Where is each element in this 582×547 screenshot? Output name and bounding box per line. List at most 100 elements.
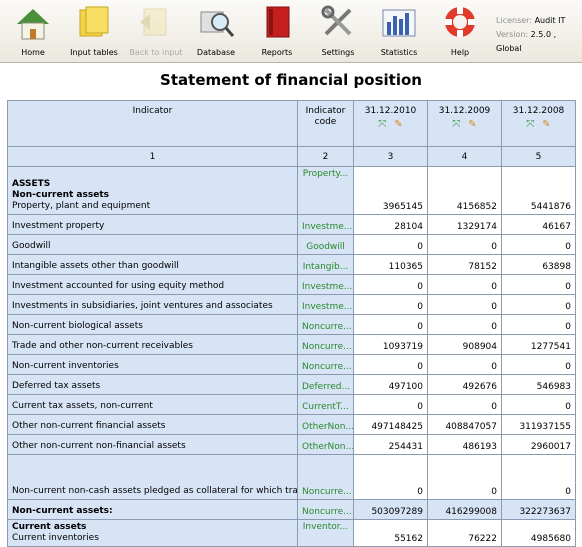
expand-icon[interactable]: ⤧ bbox=[452, 119, 460, 130]
indicator-code-link[interactable]: Intangib... bbox=[297, 254, 354, 275]
indicator-code-link[interactable]: Noncurre... bbox=[297, 334, 354, 355]
statistics-button[interactable]: Statistics bbox=[369, 4, 429, 60]
indicator-code-link[interactable]: Deferred... bbox=[297, 374, 354, 395]
value-cell[interactable]: 4156852 bbox=[427, 166, 502, 215]
value-cell[interactable]: 0 bbox=[501, 454, 576, 500]
value-cell[interactable]: 0 bbox=[353, 354, 428, 375]
indicator-code-link[interactable]: CurrentT... bbox=[297, 394, 354, 415]
section-heading: ASSETS bbox=[12, 179, 51, 189]
edit-icon[interactable]: ✎ bbox=[542, 119, 550, 130]
value-cell[interactable]: 254431 bbox=[353, 434, 428, 455]
value-cell[interactable]: 4985680 bbox=[501, 519, 576, 547]
value-cell[interactable]: 63898 bbox=[501, 254, 576, 275]
indicator-code-link[interactable]: Investme... bbox=[297, 214, 354, 235]
value-cell[interactable]: 55162 bbox=[353, 519, 428, 547]
value-cell[interactable]: 0 bbox=[427, 234, 502, 255]
value-cell[interactable]: 322273637 bbox=[501, 499, 576, 520]
indicator-cell: Other non-current non-financial assets bbox=[7, 434, 298, 455]
indicator-code-link[interactable]: Goodwill bbox=[297, 234, 354, 255]
value-cell[interactable]: 0 bbox=[501, 234, 576, 255]
indicator-code-link[interactable]: Investme... bbox=[297, 294, 354, 315]
value-cell[interactable]: 0 bbox=[353, 294, 428, 315]
database-button[interactable]: Database bbox=[186, 4, 246, 60]
value-cell[interactable]: 28104 bbox=[353, 214, 428, 235]
value-cell[interactable]: 0 bbox=[501, 354, 576, 375]
main-toolbar: Home Input tables Back to input Database… bbox=[0, 0, 582, 63]
indicator-cell: Investment property bbox=[7, 214, 298, 235]
value-cell[interactable]: 3965145 bbox=[353, 166, 428, 215]
indicator-code-link[interactable]: Investme... bbox=[297, 274, 354, 295]
table-row: Investments in subsidiaries, joint ventu… bbox=[7, 294, 576, 315]
value-cell[interactable]: 0 bbox=[427, 274, 502, 295]
indicator-code-link[interactable]: OtherNon... bbox=[297, 414, 354, 435]
indicator-label: Non-current inventories bbox=[12, 361, 119, 371]
value-cell[interactable]: 408847057 bbox=[427, 414, 502, 435]
value-cell[interactable]: 0 bbox=[427, 294, 502, 315]
indicator-label: Non-current assets: bbox=[12, 506, 113, 516]
value-cell[interactable]: 46167 bbox=[501, 214, 576, 235]
value-cell[interactable]: 416299008 bbox=[427, 499, 502, 520]
value-cell[interactable]: 76222 bbox=[427, 519, 502, 547]
value-cell[interactable]: 0 bbox=[353, 454, 428, 500]
value-cell[interactable]: 2960017 bbox=[501, 434, 576, 455]
indicator-cell: Non-current inventories bbox=[7, 354, 298, 375]
settings-button[interactable]: Settings bbox=[308, 4, 368, 60]
bar-chart-icon bbox=[382, 9, 416, 37]
indicator-code-link[interactable]: Noncurre... bbox=[297, 314, 354, 335]
value-cell[interactable]: 0 bbox=[501, 274, 576, 295]
value-cell[interactable]: 503097289 bbox=[353, 499, 428, 520]
reports-button[interactable]: Reports bbox=[247, 4, 307, 60]
value-cell[interactable]: 0 bbox=[353, 274, 428, 295]
table-row: Deferred tax assets Deferred... 497100 4926… bbox=[7, 374, 576, 395]
value-cell[interactable]: 0 bbox=[353, 314, 428, 335]
value-cell[interactable]: 1093719 bbox=[353, 334, 428, 355]
edit-icon[interactable]: ✎ bbox=[468, 119, 476, 130]
value-cell[interactable]: 0 bbox=[501, 394, 576, 415]
indicator-label: Investment property bbox=[12, 221, 105, 231]
col-header-indicator-code: Indicator code bbox=[297, 100, 354, 147]
edit-icon[interactable]: ✎ bbox=[394, 119, 402, 130]
help-button[interactable]: Help bbox=[430, 4, 490, 60]
value-cell[interactable]: 492676 bbox=[427, 374, 502, 395]
value-cell[interactable]: 497148425 bbox=[353, 414, 428, 435]
expand-icon[interactable]: ⤧ bbox=[378, 119, 386, 130]
value-cell[interactable]: 0 bbox=[501, 294, 576, 315]
col-header-date-3: 31.12.2008 ⤧ ✎ bbox=[501, 100, 576, 147]
indicator-code-link[interactable]: Noncurre... bbox=[297, 454, 354, 500]
value-cell[interactable]: 0 bbox=[353, 234, 428, 255]
report-title: Statement of financial position bbox=[160, 71, 422, 89]
value-cell[interactable]: 78152 bbox=[427, 254, 502, 275]
value-cell[interactable]: 0 bbox=[427, 314, 502, 335]
value-cell[interactable]: 0 bbox=[353, 394, 428, 415]
value-cell[interactable]: 497100 bbox=[353, 374, 428, 395]
value-cell[interactable]: 0 bbox=[427, 394, 502, 415]
value-cell[interactable]: 1277541 bbox=[501, 334, 576, 355]
value-cell[interactable]: 0 bbox=[427, 354, 502, 375]
indicator-label: Deferred tax assets bbox=[12, 381, 101, 391]
col-number: 5 bbox=[501, 146, 576, 167]
value-cell[interactable]: 110365 bbox=[353, 254, 428, 275]
value-cell[interactable]: 486193 bbox=[427, 434, 502, 455]
home-button[interactable]: Home bbox=[3, 4, 63, 60]
indicator-code-link[interactable]: Noncurre... bbox=[297, 354, 354, 375]
indicator-label: Goodwill bbox=[12, 241, 51, 251]
table-row: Goodwill Goodwill 0 0 0 bbox=[7, 234, 576, 255]
value-cell[interactable]: 908904 bbox=[427, 334, 502, 355]
indicator-code-link[interactable]: OtherNon... bbox=[297, 434, 354, 455]
value-cell[interactable]: 0 bbox=[427, 454, 502, 500]
value-cell[interactable]: 546983 bbox=[501, 374, 576, 395]
report-table: Indicator Indicator code 31.12.2010 ⤧ ✎ 3… bbox=[7, 100, 576, 547]
indicator-code-link[interactable]: Inventor... bbox=[297, 519, 354, 547]
value-cell[interactable]: 1329174 bbox=[427, 214, 502, 235]
col-number: 3 bbox=[353, 146, 428, 167]
value-cell[interactable]: 311937155 bbox=[501, 414, 576, 435]
indicator-cell: Non-current biological assets bbox=[7, 314, 298, 335]
value-cell[interactable]: 5441876 bbox=[501, 166, 576, 215]
table-row: Non-current biological assets Noncurre...… bbox=[7, 314, 576, 335]
indicator-code-link[interactable]: Property... bbox=[297, 166, 354, 215]
back-to-input-button[interactable]: Back to input bbox=[126, 4, 186, 60]
expand-icon[interactable]: ⤧ bbox=[526, 119, 534, 130]
indicator-code-link[interactable]: Noncurre... bbox=[297, 499, 354, 520]
value-cell[interactable]: 0 bbox=[501, 314, 576, 335]
input-tables-button[interactable]: Input tables bbox=[64, 4, 124, 60]
